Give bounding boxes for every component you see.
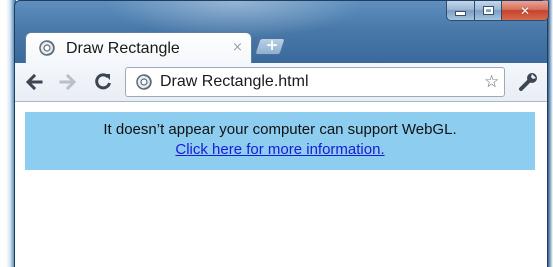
close-icon: ✕ [519,3,531,18]
page-content: It doesn’t appear your computer can supp… [15,102,547,267]
webgl-error-message: It doesn’t appear your computer can supp… [103,121,457,138]
close-button[interactable]: ✕ [502,1,548,20]
forward-button[interactable] [58,72,78,92]
forward-arrow-icon [59,74,77,90]
page-globe-icon [136,74,152,90]
browser-toolbar: Draw Rectangle.html ☆ [15,63,547,102]
minimize-button[interactable] [447,1,475,20]
bookmark-star-icon[interactable]: ☆ [484,72,499,92]
page-globe-icon [39,40,55,56]
reload-icon [95,73,111,90]
more-information-link[interactable]: Click here for more information. [175,140,384,160]
plus-icon: + [265,36,279,54]
back-button[interactable] [24,72,44,92]
wrench-icon[interactable] [517,71,539,93]
maximize-icon [482,6,494,15]
tab-draw-rectangle[interactable]: Draw Rectangle × [25,32,252,64]
browser-window: ✕ Draw Rectangle × + Draw Rectangle.html… [8,0,551,267]
tab-title: Draw Rectangle [66,40,180,57]
reload-button[interactable] [93,72,113,92]
tab-close-button[interactable]: × [232,41,243,55]
minimize-icon [455,11,466,16]
back-arrow-icon [25,74,43,90]
address-bar[interactable]: Draw Rectangle.html ☆ [125,67,505,97]
caption-buttons: ✕ [446,1,549,21]
screenshot: ✕ Draw Rectangle × + Draw Rectangle.html… [0,0,553,267]
webgl-error-box: It doesn’t appear your computer can supp… [25,112,535,170]
maximize-button[interactable] [475,1,502,20]
address-text: Draw Rectangle.html [160,73,309,90]
